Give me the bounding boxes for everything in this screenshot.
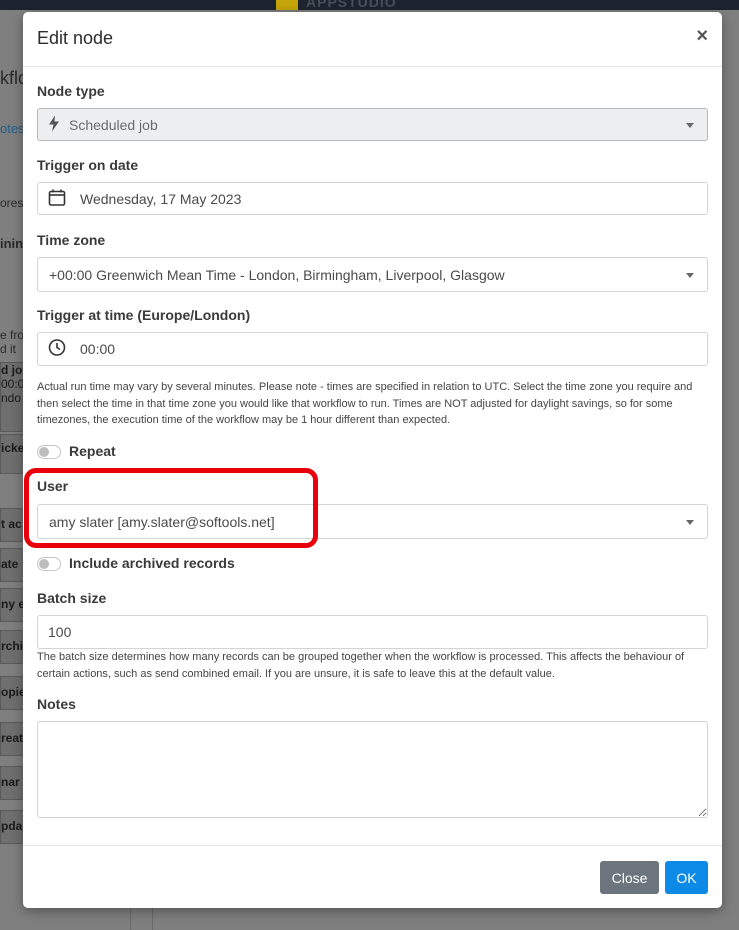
- include-archived-toggle[interactable]: [37, 557, 61, 571]
- workflow-node: d jo 00:0 ndo: [0, 362, 24, 432]
- background-text: e fro d it: [0, 328, 25, 356]
- time-zone-label: Time zone: [37, 232, 106, 248]
- ok-button[interactable]: OK: [665, 861, 708, 894]
- trigger-time-input[interactable]: 00:00: [37, 332, 708, 366]
- trigger-time-value: 00:00: [80, 341, 116, 357]
- brand-text: APPSTUDIO: [306, 0, 397, 10]
- node-type-label: Node type: [37, 83, 105, 99]
- brand-logo: APPSTUDIO: [276, 0, 426, 10]
- top-app-bar: APPSTUDIO: [0, 0, 739, 10]
- background-hint: ores: [0, 196, 24, 210]
- trigger-time-help: Actual run time may vary by several minu…: [37, 381, 693, 426]
- workflow-node: ny e: [0, 588, 24, 622]
- chevron-down-icon: [686, 519, 694, 525]
- chevron-down-icon: [686, 122, 694, 128]
- workflow-node: ate: [0, 548, 24, 582]
- divider: [130, 905, 131, 930]
- modal-title: Edit node: [37, 28, 114, 48]
- workflow-node: reat: [0, 722, 24, 756]
- modal-header: Edit node ×: [23, 12, 722, 67]
- workflow-node: nar: [0, 766, 24, 800]
- close-button[interactable]: Close: [600, 861, 659, 894]
- toggle-knob: [39, 447, 49, 457]
- node-type-value: Scheduled job: [69, 116, 158, 133]
- workflow-node: rchi: [0, 630, 24, 664]
- workflow-node: t ac: [0, 508, 24, 542]
- notes-textarea[interactable]: [37, 721, 708, 818]
- bolt-icon: [48, 115, 60, 134]
- toggle-knob: [39, 559, 49, 569]
- repeat-toggle[interactable]: [37, 445, 61, 459]
- logo-mark: [276, 0, 298, 10]
- include-archived-label: Include archived records: [69, 555, 235, 571]
- notes-link: otes: [0, 121, 25, 136]
- divider: [152, 905, 153, 930]
- notes-label: Notes: [37, 696, 76, 712]
- modal-footer: Close OK: [23, 845, 722, 908]
- background-heading: inin: [0, 236, 24, 251]
- time-zone-select[interactable]: +00:00 Greenwich Mean Time - London, Bir…: [37, 257, 708, 292]
- trigger-date-input[interactable]: Wednesday, 17 May 2023: [37, 182, 708, 215]
- close-icon[interactable]: ×: [696, 26, 708, 46]
- clock-icon[interactable]: [48, 339, 66, 360]
- workflow-node: icke: [0, 434, 24, 474]
- batch-size-label: Batch size: [37, 590, 107, 606]
- workflow-node: pda: [0, 810, 24, 844]
- chevron-down-icon: [686, 272, 694, 278]
- calendar-icon[interactable]: [48, 188, 66, 209]
- red-highlight-box: [24, 468, 318, 548]
- node-type-select[interactable]: Scheduled job: [37, 108, 708, 141]
- edit-node-dialog: Edit node × Node type Scheduled job Trig…: [23, 12, 722, 908]
- trigger-date-value: Wednesday, 17 May 2023: [80, 190, 242, 207]
- repeat-label: Repeat: [69, 443, 116, 459]
- trigger-date-label: Trigger on date: [37, 157, 139, 173]
- batch-size-input[interactable]: 100: [37, 615, 708, 649]
- batch-size-value: 100: [48, 624, 72, 640]
- workflow-node: opie: [0, 676, 24, 710]
- batch-size-help: The batch size determines how many recor…: [37, 651, 685, 680]
- trigger-time-label: Trigger at time (Europe/London): [37, 307, 251, 323]
- time-zone-value: +00:00 Greenwich Mean Time - London, Bir…: [49, 266, 505, 283]
